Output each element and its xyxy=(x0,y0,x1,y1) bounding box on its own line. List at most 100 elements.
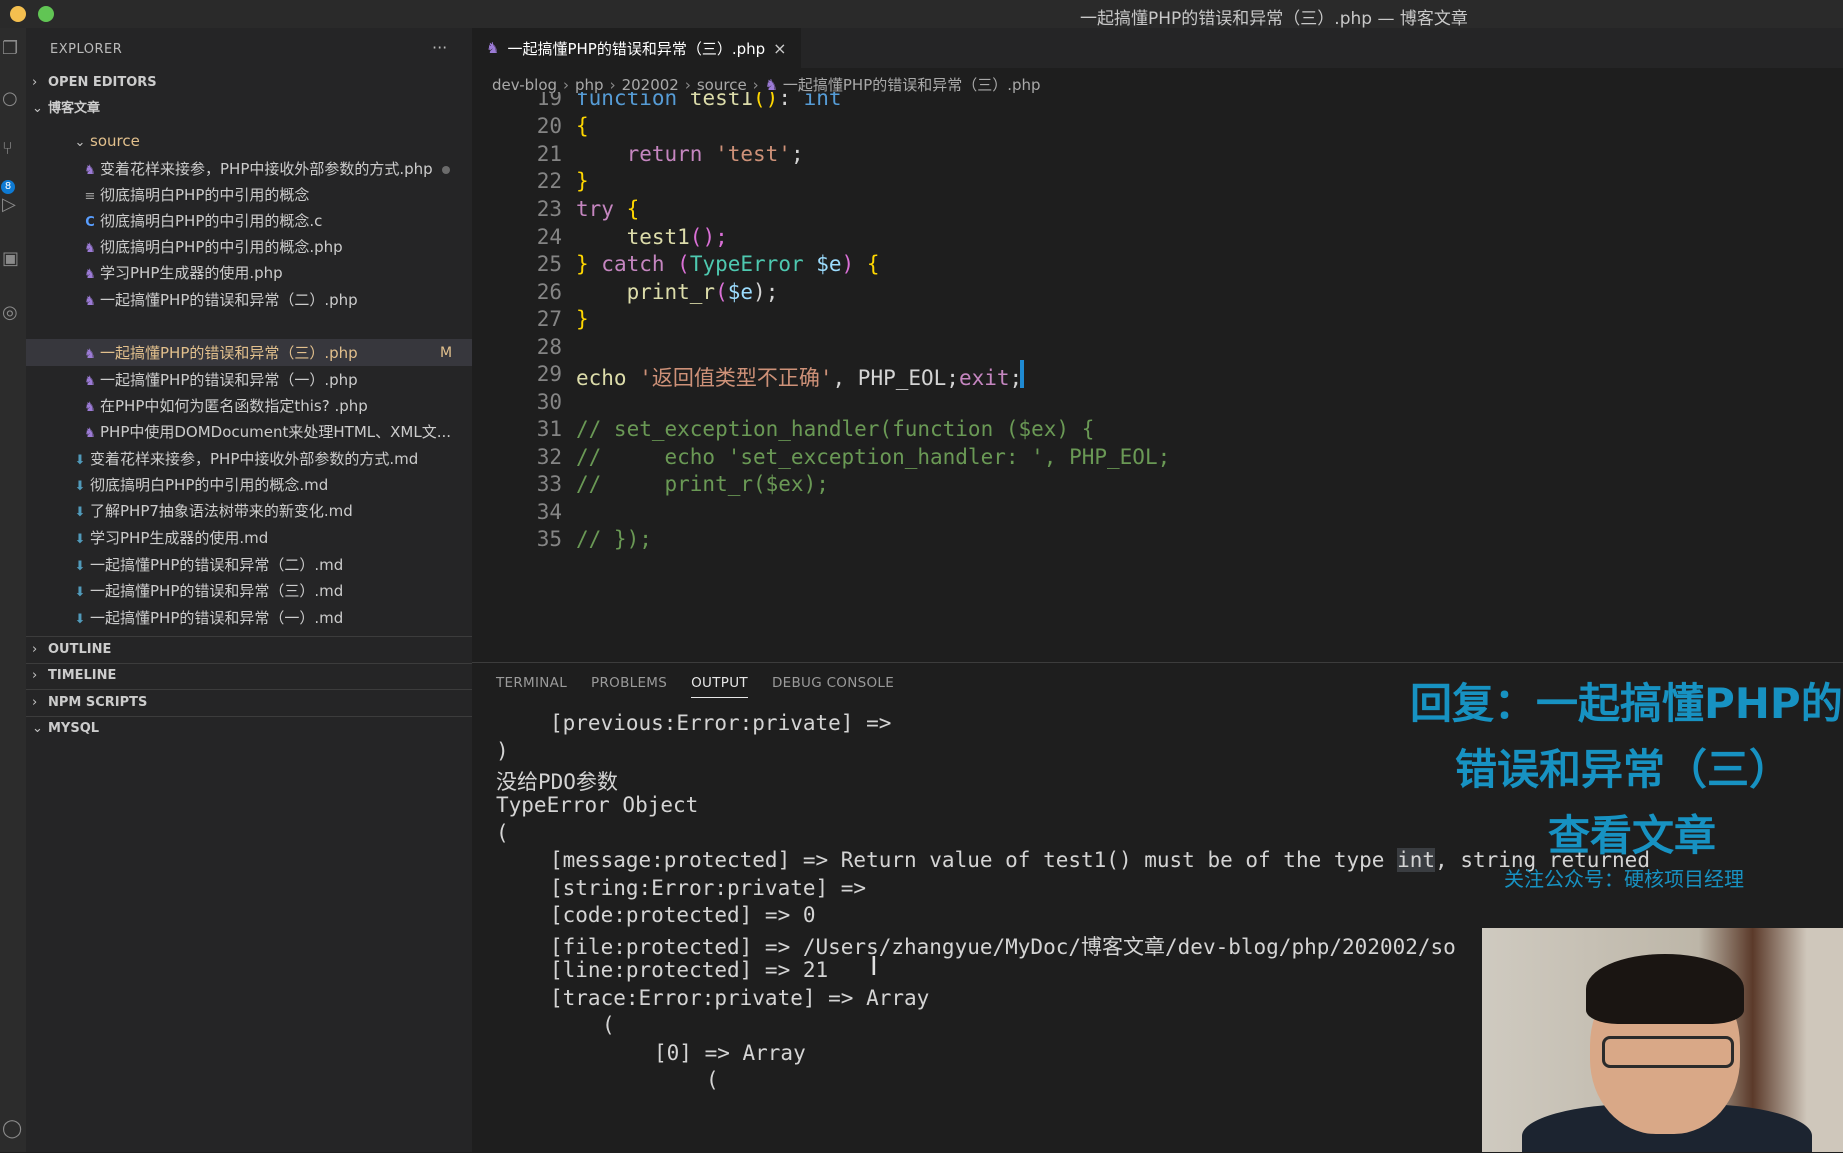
code-line: // echo 'set_exception_handler: ', PHP_E… xyxy=(576,445,1171,469)
markdown-icon: ⬇ xyxy=(74,559,86,574)
tab-active-file[interactable]: ♞ 一起搞懂PHP的错误和异常（三）.php × xyxy=(472,28,801,68)
folder-section[interactable]: ⌄ 博客文章 xyxy=(32,98,100,120)
minimize-button[interactable] xyxy=(10,6,26,22)
file-item[interactable]: ♞ 学习PHP生成器的使用.php xyxy=(80,260,283,286)
line-number: 24 xyxy=(536,225,562,249)
modified-dot-icon xyxy=(442,166,450,174)
code-line: test1(); xyxy=(626,225,728,249)
code-line: return 'test'; xyxy=(626,142,804,166)
code-line: // set_exception_handler(function ($ex) … xyxy=(576,417,1095,441)
chevron-down-icon: ⌄ xyxy=(32,721,43,736)
account-icon[interactable]: ◯ xyxy=(2,1120,22,1138)
file-item[interactable]: ♞ 在PHP中如何为匿名函数指定this? .php xyxy=(80,393,368,419)
source-control-icon[interactable]: ⑂ xyxy=(2,140,20,158)
npm-scripts-section[interactable]: › NPM SCRIPTS xyxy=(32,692,147,714)
line-number: 21 xyxy=(536,142,562,166)
tab-problems[interactable]: PROBLEMS xyxy=(591,675,667,698)
section-divider xyxy=(26,689,472,690)
line-number: 20 xyxy=(536,114,562,138)
activity-bar: ❐ ○ ⑂ 8 ▷ ▣ ◎ ◯ xyxy=(0,28,26,1152)
line-number: 23 xyxy=(536,197,562,221)
more-actions-icon[interactable]: ··· xyxy=(432,38,447,57)
explorer-sidebar: EXPLORER ··· › OPEN EDITORS ⌄ 博客文章 ⌄ source… xyxy=(26,28,472,1152)
explorer-title: EXPLORER xyxy=(50,42,123,57)
section-divider xyxy=(26,636,472,637)
chevron-down-icon: ⌄ xyxy=(32,101,43,116)
file-item[interactable]: C 彻底搞明白PHP的中引用的概念.c xyxy=(80,208,322,234)
markdown-icon: ⬇ xyxy=(74,479,86,494)
output-line: ( xyxy=(496,821,509,845)
output-line: [message:protected] => Return value of t… xyxy=(550,848,1650,872)
code-editor[interactable]: 19 20 21 22 23 24 25 26 27 28 29 30 31 3… xyxy=(472,92,1843,662)
output-line: [trace:Error:private] => Array xyxy=(550,986,930,1010)
line-number: 27 xyxy=(536,307,562,331)
output-line: [string:Error:private] => xyxy=(550,876,867,900)
line-number: 32 xyxy=(536,445,562,469)
code-line: { xyxy=(576,114,589,138)
file-item[interactable]: ♞ 变着花样来接参，PHP中接收外部参数的方式.php xyxy=(80,156,433,182)
md-file-item[interactable]: ⬇ 彻底搞明白PHP的中引用的概念.md xyxy=(70,472,329,498)
outline-section[interactable]: › OUTLINE xyxy=(32,639,111,661)
run-debug-icon[interactable]: ▷ xyxy=(2,196,20,214)
php-icon: ♞ xyxy=(84,347,96,362)
chevron-right-icon: › xyxy=(32,695,38,710)
output-line: [0] => Array xyxy=(654,1041,806,1065)
code-line: print_r($e); xyxy=(626,280,779,304)
text-file-icon: ≡ xyxy=(84,189,96,204)
tab-bar: ♞ 一起搞懂PHP的错误和异常（三）.php × xyxy=(472,28,1843,68)
output-line: ) xyxy=(496,739,509,763)
file-item-selected[interactable]: ♞ 一起搞懂PHP的错误和异常（三）.php xyxy=(80,340,358,366)
remote-icon[interactable]: ◎ xyxy=(2,304,20,322)
zoom-button[interactable] xyxy=(38,6,54,22)
code-line: try { xyxy=(576,197,640,221)
code-line: } xyxy=(576,307,589,331)
chevron-right-icon: › xyxy=(32,75,38,90)
code-line: // print_r($ex); xyxy=(576,472,829,496)
markdown-icon: ⬇ xyxy=(74,532,86,547)
md-file-item[interactable]: ⬇ 了解PHP7抽象语法树带来的新变化.md xyxy=(70,498,353,524)
output-line: [code:protected] => 0 xyxy=(550,903,816,927)
md-file-item[interactable]: ⬇ 学习PHP生成器的使用.md xyxy=(70,525,269,551)
code-line: echo '返回值类型不正确', PHP_EOL;exit; xyxy=(576,366,1023,390)
code-line: function test1(): int xyxy=(576,92,842,110)
extensions-icon[interactable]: ▣ xyxy=(2,250,20,268)
line-number: 28 xyxy=(536,335,562,359)
code-line: } catch (TypeError $e) { xyxy=(576,252,880,276)
file-item[interactable]: ♞ 一起搞懂PHP的错误和异常（一）.php xyxy=(80,367,358,393)
chevron-down-icon: ⌄ xyxy=(74,135,86,150)
text-cursor-icon: I xyxy=(870,952,878,982)
overlay-line: 回复：一起搞懂PHP的 xyxy=(1410,679,1843,728)
file-item[interactable]: ≡ 彻底搞明白PHP的中引用的概念 xyxy=(80,182,310,208)
code-line: // }); xyxy=(576,527,652,551)
line-number: 34 xyxy=(536,500,562,524)
file-item[interactable]: ♞ 彻底搞明白PHP的中引用的概念.php xyxy=(80,234,343,260)
php-icon: ♞ xyxy=(84,163,96,178)
md-file-item[interactable]: ⬇ 一起搞懂PHP的错误和异常（三）.md xyxy=(70,578,344,604)
php-icon: ♞ xyxy=(84,400,96,415)
md-file-item[interactable]: ⬇ 一起搞懂PHP的错误和异常（二）.md xyxy=(70,552,344,578)
open-editors-section[interactable]: › OPEN EDITORS xyxy=(32,72,157,94)
timeline-section[interactable]: › TIMELINE xyxy=(32,665,116,687)
md-file-item[interactable]: ⬇ 变着花样来接参，PHP中接收外部参数的方式.md xyxy=(70,446,419,472)
output-line: ( xyxy=(602,1013,615,1037)
line-number: 33 xyxy=(536,472,562,496)
file-item[interactable]: ♞ 一起搞懂PHP的错误和异常（二）.php xyxy=(80,287,358,313)
md-file-item[interactable]: ⬇ 一起搞懂PHP的错误和异常（一）.md xyxy=(70,605,344,631)
explorer-icon[interactable]: ❐ xyxy=(2,40,20,58)
tab-terminal[interactable]: TERMINAL xyxy=(496,675,567,698)
line-number: 19 xyxy=(536,92,562,110)
line-number: 30 xyxy=(536,390,562,414)
modified-status-badge: M xyxy=(440,345,453,361)
source-folder[interactable]: ⌄ source xyxy=(70,128,140,154)
php-icon: ♞ xyxy=(84,267,96,282)
tab-debug-console[interactable]: DEBUG CONSOLE xyxy=(772,675,894,698)
tab-output[interactable]: OUTPUT xyxy=(691,675,748,698)
close-icon[interactable]: × xyxy=(773,39,786,58)
mysql-section[interactable]: ⌄ MYSQL xyxy=(32,718,99,740)
title-bar: 一起搞懂PHP的错误和异常（三）.php — 博客文章 xyxy=(0,0,1843,29)
panel-tabs: TERMINAL PROBLEMS OUTPUT DEBUG CONSOLE xyxy=(496,675,894,698)
chevron-right-icon: › xyxy=(32,668,38,683)
file-item[interactable]: ♞ PHP中使用DOMDocument来处理HTML、XML文... xyxy=(80,419,451,445)
output-line: [line:protected] => 21 xyxy=(550,958,829,982)
search-icon[interactable]: ○ xyxy=(2,90,20,108)
